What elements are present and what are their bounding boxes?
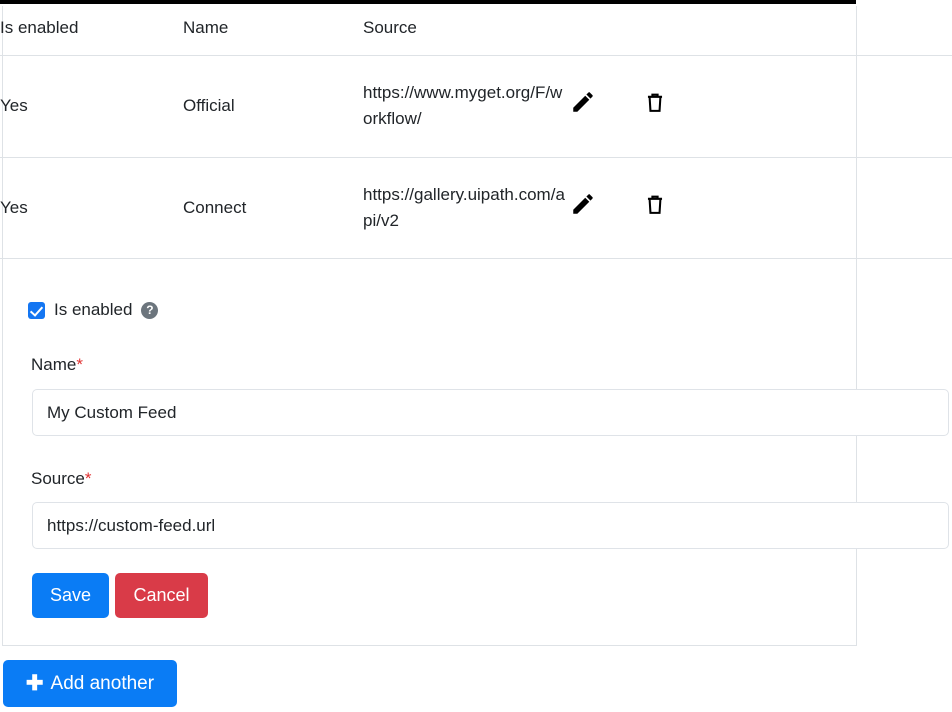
feeds-table: Is enabled Name Source Yes Official http… (0, 0, 952, 260)
plus-icon: ✚ (25, 672, 44, 695)
is-enabled-label: Is enabled (54, 300, 133, 319)
cell-name: Connect (183, 157, 363, 260)
cancel-button[interactable]: Cancel (115, 573, 208, 618)
name-required-marker: * (76, 355, 83, 374)
name-input[interactable] (32, 389, 949, 436)
trash-icon[interactable] (642, 89, 668, 115)
source-input[interactable] (32, 502, 949, 549)
table-row: Yes Official https://www.myget.org/F/wor… (0, 55, 952, 158)
pencil-icon[interactable] (570, 89, 596, 115)
cell-source: https://www.myget.org/F/workflow/ (363, 55, 570, 158)
source-label-text: Source (31, 469, 85, 488)
save-button[interactable]: Save (32, 573, 109, 618)
is-enabled-checkbox-row: Is enabled ? (28, 300, 159, 320)
cell-delete-action (642, 55, 952, 158)
cell-is-enabled: Yes (0, 157, 183, 260)
cell-edit-action (570, 55, 642, 158)
is-enabled-checkbox[interactable] (28, 301, 45, 319)
cell-source: https://gallery.uipath.com/api/v2 (363, 157, 570, 260)
question-mark-icon[interactable]: ? (141, 301, 159, 319)
name-label-text: Name (31, 355, 77, 374)
name-field-label: Name* (31, 355, 83, 375)
table-header-row: Is enabled Name Source (0, 0, 952, 56)
table-body: Yes Official https://www.myget.org/F/wor… (0, 55, 952, 260)
cell-edit-action (570, 157, 642, 260)
column-header-is-enabled: Is enabled (0, 0, 183, 56)
trash-icon[interactable] (642, 191, 668, 217)
cell-delete-action (642, 157, 952, 260)
table-header: Is enabled Name Source (0, 0, 952, 56)
cell-is-enabled: Yes (0, 55, 183, 158)
add-another-label: Add another (50, 672, 155, 694)
column-header-delete (642, 0, 952, 56)
feed-edit-form: Is enabled ? Name* Source* Save Cancel (3, 281, 949, 645)
table-row: Yes Connect https://gallery.uipath.com/a… (0, 157, 952, 260)
column-header-name: Name (183, 0, 363, 56)
add-another-button[interactable]: ✚ Add another (3, 660, 177, 707)
column-header-edit (570, 0, 642, 56)
source-field-label: Source* (31, 469, 92, 489)
source-required-marker: * (84, 469, 92, 488)
column-header-source: Source (363, 0, 570, 56)
cell-name: Official (183, 55, 363, 158)
pencil-icon[interactable] (570, 191, 596, 217)
